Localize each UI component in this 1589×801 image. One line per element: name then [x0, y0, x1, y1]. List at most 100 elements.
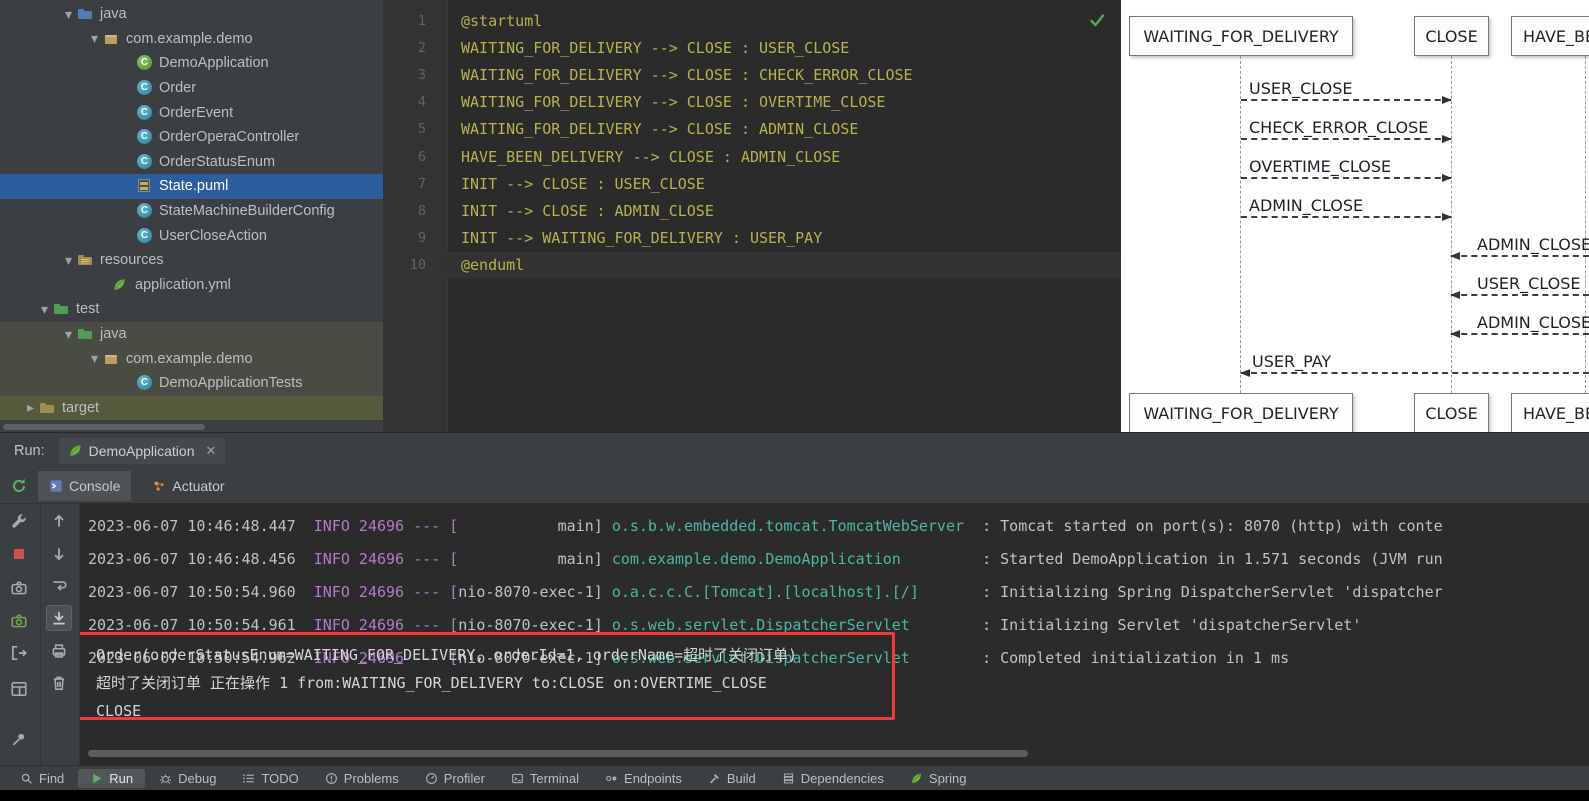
line-number: 5: [417, 121, 426, 138]
scroll-to-end-button[interactable]: [46, 605, 72, 631]
console-highlight-box: Order(orderStatusEnum=WAITING_FOR_DELIVE…: [80, 632, 895, 720]
log-message: : Tomcat started on port(s): 8070 (http)…: [964, 516, 1443, 535]
toolwindow-debug[interactable]: Debug: [147, 769, 228, 788]
tree-item-demoapplicationtests[interactable]: DemoApplicationTests: [0, 370, 383, 396]
tree-item-orderoperacontroller[interactable]: OrderOperaController: [0, 125, 383, 150]
inspections-ok-check-icon[interactable]: [1089, 12, 1105, 33]
tree-item-label: OrderEvent: [159, 104, 234, 121]
uml-message-arrow: [1241, 135, 1452, 143]
code-text[interactable]: INIT --> CLOSE : ADMIN_CLOSE: [447, 197, 1121, 224]
print-button[interactable]: [50, 642, 68, 660]
toolwindow-spring[interactable]: Spring: [898, 769, 979, 788]
code-text[interactable]: WAITING_FOR_DELIVERY --> CLOSE : USER_CL…: [447, 34, 1121, 61]
tree-item-demoapplication[interactable]: DemoApplication: [0, 51, 383, 76]
toolwindow-terminal[interactable]: Terminal: [499, 769, 591, 788]
toolwindow-label: Terminal: [529, 770, 580, 786]
code-text[interactable]: WAITING_FOR_DELIVERY --> CLOSE : OVERTIM…: [447, 89, 1121, 116]
camera-button[interactable]: [10, 579, 28, 597]
problems-icon: [325, 772, 337, 784]
tree-item-resources[interactable]: resources: [0, 248, 383, 273]
chevron-down-icon[interactable]: [36, 301, 53, 318]
toolwindow-label: Endpoints: [624, 770, 682, 786]
search-icon: [21, 773, 32, 784]
chevron-down-icon[interactable]: [86, 350, 103, 367]
tree-item-state-puml-selected[interactable]: State.puml: [0, 174, 383, 199]
tree-item-test[interactable]: test: [0, 297, 383, 322]
toolwindow-label: Problems: [343, 770, 399, 786]
tree-item-label: Order: [159, 80, 197, 97]
tree-item-target[interactable]: target: [0, 395, 383, 421]
toolwindow-find[interactable]: Find: [8, 769, 76, 788]
toolwindow-profiler[interactable]: Profiler: [413, 769, 497, 788]
tree-item-package-test[interactable]: com.example.demo: [0, 346, 383, 371]
up-arrow-button[interactable]: [50, 512, 68, 530]
code-text[interactable]: WAITING_FOR_DELIVERY --> CLOSE : ADMIN_C…: [447, 116, 1121, 143]
uml-message-label: USER_CLOSE: [1477, 274, 1581, 293]
class-icon: [136, 203, 153, 219]
tree-item-label: com.example.demo: [126, 350, 253, 367]
run-session-tab[interactable]: DemoApplication ✕: [58, 437, 226, 464]
log-time: 2023-06-07 10:50:54.960: [88, 582, 314, 601]
line-number: 6: [417, 148, 426, 165]
console-horizontal-scrollbar[interactable]: [88, 750, 1028, 757]
uml-message-arrow: [1450, 291, 1589, 299]
soft-wrap-button[interactable]: [50, 577, 68, 595]
project-horizontal-scrollbar[interactable]: [3, 424, 205, 430]
toolwindow-problems[interactable]: Problems: [313, 769, 411, 788]
log-time: 2023-06-07 10:46:48.447: [88, 516, 314, 535]
tree-item-package-main[interactable]: com.example.demo: [0, 27, 383, 52]
chevron-down-icon[interactable]: [86, 30, 103, 47]
toolwindow-label: Build: [726, 770, 756, 786]
log-logger: o.s.b.w.embedded.tomcat.TomcatWebServer: [611, 516, 965, 535]
code-text[interactable]: WAITING_FOR_DELIVERY --> CLOSE : CHECK_E…: [447, 61, 1121, 88]
chevron-right-icon[interactable]: [22, 399, 39, 416]
pin-button[interactable]: [10, 730, 28, 748]
toolwindow-run[interactable]: Run: [78, 768, 146, 788]
code-editor[interactable]: 1 @startuml 2 WAITING_FOR_DELIVERY --> CLO…: [383, 0, 1121, 432]
code-text[interactable]: @startuml: [447, 7, 1121, 34]
editor-line: 8 INIT --> CLOSE : ADMIN_CLOSE: [383, 197, 1121, 224]
tree-item-statemachinebuilderconfig[interactable]: StateMachineBuilderConfig: [0, 199, 383, 224]
exit-button[interactable]: [10, 644, 28, 662]
rerun-button[interactable]: [10, 477, 28, 495]
chevron-down-icon[interactable]: [60, 6, 77, 23]
close-icon[interactable]: ✕: [205, 443, 216, 459]
line-number: 4: [417, 94, 426, 111]
log-message: : Started DemoApplication in 1.571 secon…: [900, 549, 1443, 568]
tree-item-order[interactable]: Order: [0, 76, 383, 101]
tree-item-java-main[interactable]: java: [0, 2, 383, 27]
wrench-settings-button[interactable]: [10, 512, 28, 530]
chevron-down-icon[interactable]: [60, 326, 77, 343]
down-arrow-button[interactable]: [50, 545, 68, 563]
editor-line: 1 @startuml: [383, 7, 1121, 34]
toolwindow-todo[interactable]: TODO: [230, 769, 310, 788]
chevron-down-icon[interactable]: [60, 252, 77, 269]
code-text[interactable]: INIT --> CLOSE : USER_CLOSE: [447, 170, 1121, 197]
bug-icon: [160, 773, 172, 784]
console-log-line: 2023-06-07 10:46:48.447 INFO 24696 --- […: [88, 509, 1589, 542]
tree-item-orderevent[interactable]: OrderEvent: [0, 100, 383, 125]
tree-item-java-test[interactable]: java: [0, 321, 383, 347]
clear-console-button[interactable]: [50, 674, 68, 692]
toolwindow-dependencies[interactable]: Dependencies: [770, 769, 896, 788]
tab-console[interactable]: Console: [38, 470, 132, 501]
uml-message-label: ADMIN_CLOSE: [1477, 235, 1589, 254]
layout-button[interactable]: [10, 680, 28, 698]
toolwindow-build[interactable]: Build: [696, 769, 768, 788]
tree-item-orderstatusenum[interactable]: OrderStatusEnum: [0, 150, 383, 175]
code-text[interactable]: HAVE_BEEN_DELIVERY --> CLOSE : ADMIN_CLO…: [447, 143, 1121, 170]
log-thread: main]: [458, 549, 612, 568]
editor-line: 7 INIT --> CLOSE : USER_CLOSE: [383, 170, 1121, 197]
stop-button[interactable]: [10, 545, 28, 563]
endpoints-icon: [606, 775, 617, 781]
tree-item-usercloseaction[interactable]: UserCloseAction: [0, 223, 383, 248]
thread-dump-camera-button[interactable]: [10, 612, 28, 630]
code-text[interactable]: @enduml: [447, 251, 1121, 279]
toolwindow-endpoints[interactable]: Endpoints: [593, 769, 694, 788]
uml-participant-box: CLOSE: [1414, 16, 1489, 56]
code-text[interactable]: INIT --> WAITING_FOR_DELIVERY : USER_PAY: [447, 225, 1121, 252]
bottom-black-strip: [0, 790, 1589, 801]
tab-actuator[interactable]: Actuator: [141, 471, 235, 501]
tree-item-application-yml[interactable]: application.yml: [0, 273, 383, 298]
class-icon: [136, 375, 153, 391]
